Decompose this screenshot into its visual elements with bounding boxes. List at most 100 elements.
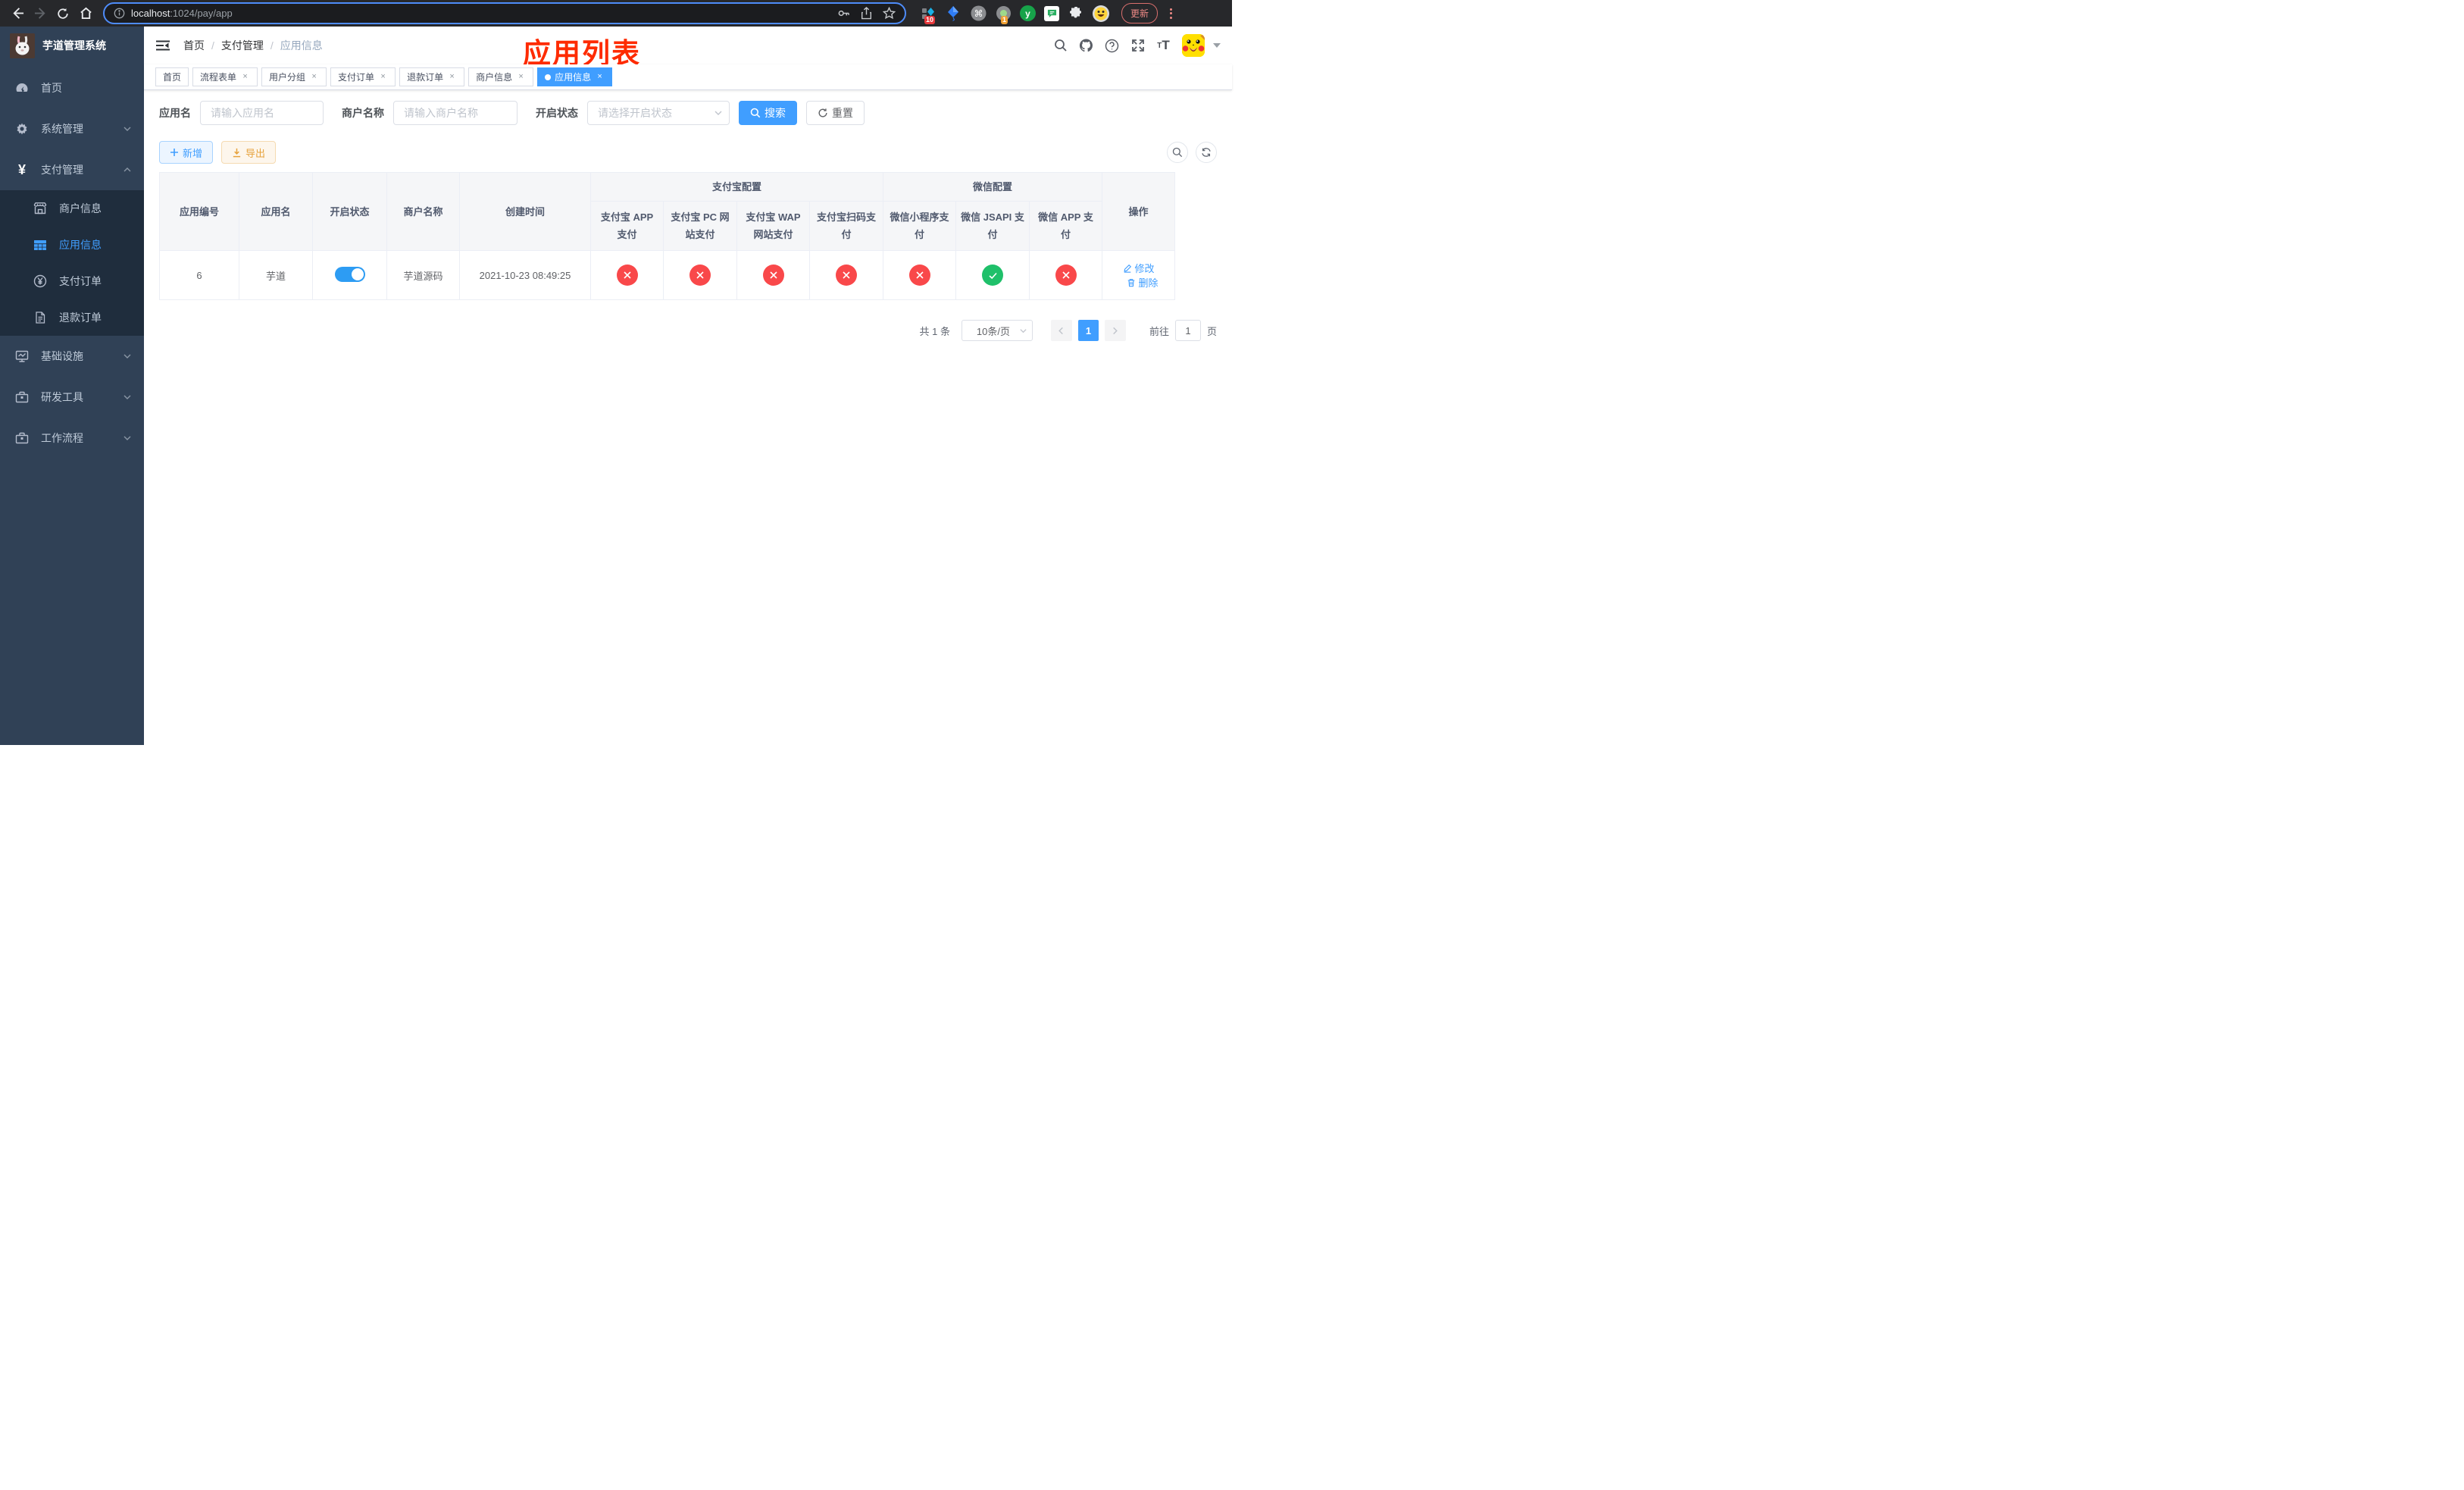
user-avatar[interactable] (1182, 34, 1205, 57)
logo-rabbit-image (10, 33, 35, 58)
search-form: 应用名 商户名称 开启状态 搜索 重置 (159, 101, 1217, 125)
col-alipay-app: 支付宝 APP 支付 (590, 201, 664, 251)
refresh-table-icon[interactable] (1196, 142, 1217, 163)
extension-badge: 1 (1001, 15, 1008, 24)
app-logo[interactable]: 芋道管理系统 (0, 27, 144, 64)
chevron-down-icon (123, 393, 132, 402)
status-fail-icon (1055, 265, 1077, 286)
pagination: 共 1 条 1 前往 (159, 320, 1217, 341)
extension-kite-icon[interactable] (945, 5, 962, 22)
col-wx-jsapi: 微信 JSAPI 支付 (955, 201, 1030, 251)
sidebar-item-home[interactable]: 首页 (0, 67, 144, 108)
col-status: 开启状态 (312, 172, 387, 251)
extension-command-icon[interactable]: ⌘ (970, 5, 987, 22)
sidebar-item-refund-orders[interactable]: 退款订单 (0, 299, 144, 336)
reset-button[interactable]: 重置 (806, 101, 865, 125)
close-icon[interactable]: × (240, 72, 250, 82)
chevron-up-icon (123, 165, 132, 174)
browser-home-button[interactable] (76, 4, 95, 23)
sidebar-item-label: 基础设施 (41, 350, 83, 362)
add-button[interactable]: 新增 (159, 141, 214, 164)
status-toggle[interactable] (334, 266, 365, 282)
chrome-menu-icon[interactable] (1167, 8, 1175, 19)
dashboard-icon (15, 81, 29, 95)
col-alipay-pc: 支付宝 PC 网站支付 (663, 201, 737, 251)
app-name-input[interactable] (200, 101, 324, 125)
export-button[interactable]: 导出 (221, 141, 277, 164)
password-key-icon[interactable] (837, 7, 850, 20)
fullscreen-icon[interactable] (1130, 39, 1145, 53)
help-icon[interactable] (1105, 39, 1119, 53)
font-size-icon[interactable]: TT (1156, 38, 1171, 53)
github-icon[interactable] (1079, 39, 1093, 53)
merchant-name-input[interactable] (393, 101, 518, 125)
extensions-row: 10 ⌘ 1 y (920, 5, 1109, 24)
table-row: 6 芋道 芋道源码 2021-10-23 08:49:25 修改 删除 (159, 250, 1176, 300)
merchant-name-label: 商户名称 (342, 107, 384, 119)
sidebar-collapse-icon[interactable] (155, 38, 170, 53)
chevron-down-icon (1019, 327, 1027, 335)
browser-forward-button[interactable] (30, 4, 50, 23)
site-info-icon[interactable] (114, 8, 125, 19)
edit-link[interactable]: 修改 (1123, 261, 1155, 275)
extension-grid-icon[interactable]: 10 (920, 5, 937, 24)
goto-page-input[interactable] (1174, 320, 1201, 341)
tab-user-group[interactable]: 用户分组 × (261, 67, 327, 86)
sidebar-item-merchant-info[interactable]: 商户信息 (0, 190, 144, 227)
close-icon[interactable]: × (447, 72, 457, 82)
status-label: 开启状态 (536, 107, 578, 119)
delete-link[interactable]: 删除 (1127, 275, 1159, 290)
extensions-puzzle-icon[interactable] (1068, 5, 1084, 22)
sidebar-item-system[interactable]: 系统管理 (0, 108, 144, 149)
sidebar-item-payment[interactable]: ¥ 支付管理 (0, 149, 144, 190)
sidebar-item-pay-orders[interactable]: 支付订单 (0, 263, 144, 299)
close-icon[interactable]: × (309, 72, 319, 82)
browser-reload-button[interactable] (53, 4, 73, 23)
sidebar-item-dev-tools[interactable]: 研发工具 (0, 377, 144, 418)
close-icon[interactable]: × (378, 72, 388, 82)
tags-view: 首页 流程表单 × 用户分组 × 支付订单 × 退款订单 × 商户信息 × 应用信息 × (144, 64, 1232, 90)
tab-pay-order[interactable]: 支付订单 × (330, 67, 396, 86)
cell-merchant: 芋道源码 (386, 250, 460, 300)
breadcrumb-home[interactable]: 首页 (183, 38, 205, 53)
close-icon[interactable]: × (595, 72, 605, 82)
extension-y-icon[interactable]: y (1020, 5, 1036, 21)
extension-chat-icon[interactable] (1044, 5, 1059, 21)
prev-page-button[interactable] (1050, 320, 1072, 341)
status-fail-icon (836, 265, 857, 286)
page-number-1[interactable]: 1 (1077, 320, 1099, 341)
tab-process-form[interactable]: 流程表单 × (192, 67, 258, 86)
browser-profile-avatar[interactable] (1093, 5, 1109, 22)
url-bar[interactable]: localhost:1024/pay/app (103, 2, 906, 24)
tab-home[interactable]: 首页 (155, 67, 189, 86)
browser-back-button[interactable] (8, 4, 27, 23)
sidebar-item-label: 商户信息 (59, 202, 102, 214)
sidebar-item-label: 首页 (41, 82, 62, 94)
user-menu-caret-icon[interactable] (1213, 43, 1221, 48)
sidebar-item-workflow[interactable]: 工作流程 (0, 418, 144, 459)
extension-camera-icon[interactable]: 1 (995, 5, 1012, 24)
sidebar-item-infrastructure[interactable]: 基础设施 (0, 336, 144, 377)
status-fail-icon (762, 265, 784, 286)
group-alipay-config: 支付宝配置 (589, 172, 884, 202)
chrome-update-button[interactable]: 更新 (1121, 3, 1159, 23)
share-icon[interactable] (861, 7, 872, 20)
search-button[interactable]: 搜索 (739, 101, 797, 125)
tab-refund-order[interactable]: 退款订单 × (399, 67, 465, 86)
status-select[interactable] (587, 101, 730, 125)
bookmark-star-icon[interactable] (883, 7, 896, 20)
next-page-button[interactable] (1104, 320, 1126, 341)
sidebar-item-app-info[interactable]: 应用信息 (0, 227, 144, 263)
app-title: 芋道管理系统 (42, 39, 106, 52)
tab-merchant-info[interactable]: 商户信息 × (468, 67, 534, 86)
chevron-down-icon (123, 124, 132, 133)
app-table: 应用编号 应用名 开启状态 商户名称 创建时间 支付宝配置 微信配置 操作 支付… (159, 172, 1176, 300)
close-icon[interactable]: × (516, 72, 526, 82)
show-search-toggle-icon[interactable] (1167, 142, 1188, 163)
breadcrumb-payment[interactable]: 支付管理 (221, 38, 264, 53)
header-search-icon[interactable] (1053, 39, 1068, 53)
cell-created: 2021-10-23 08:49:25 (459, 250, 591, 300)
tab-app-info[interactable]: 应用信息 × (537, 67, 613, 86)
sidebar: 芋道管理系统 首页 系统管理 ¥ 支付管理 商户信息 应用信息 支付订单 退款订… (0, 27, 144, 745)
breadcrumb-current: 应用信息 (280, 39, 323, 52)
